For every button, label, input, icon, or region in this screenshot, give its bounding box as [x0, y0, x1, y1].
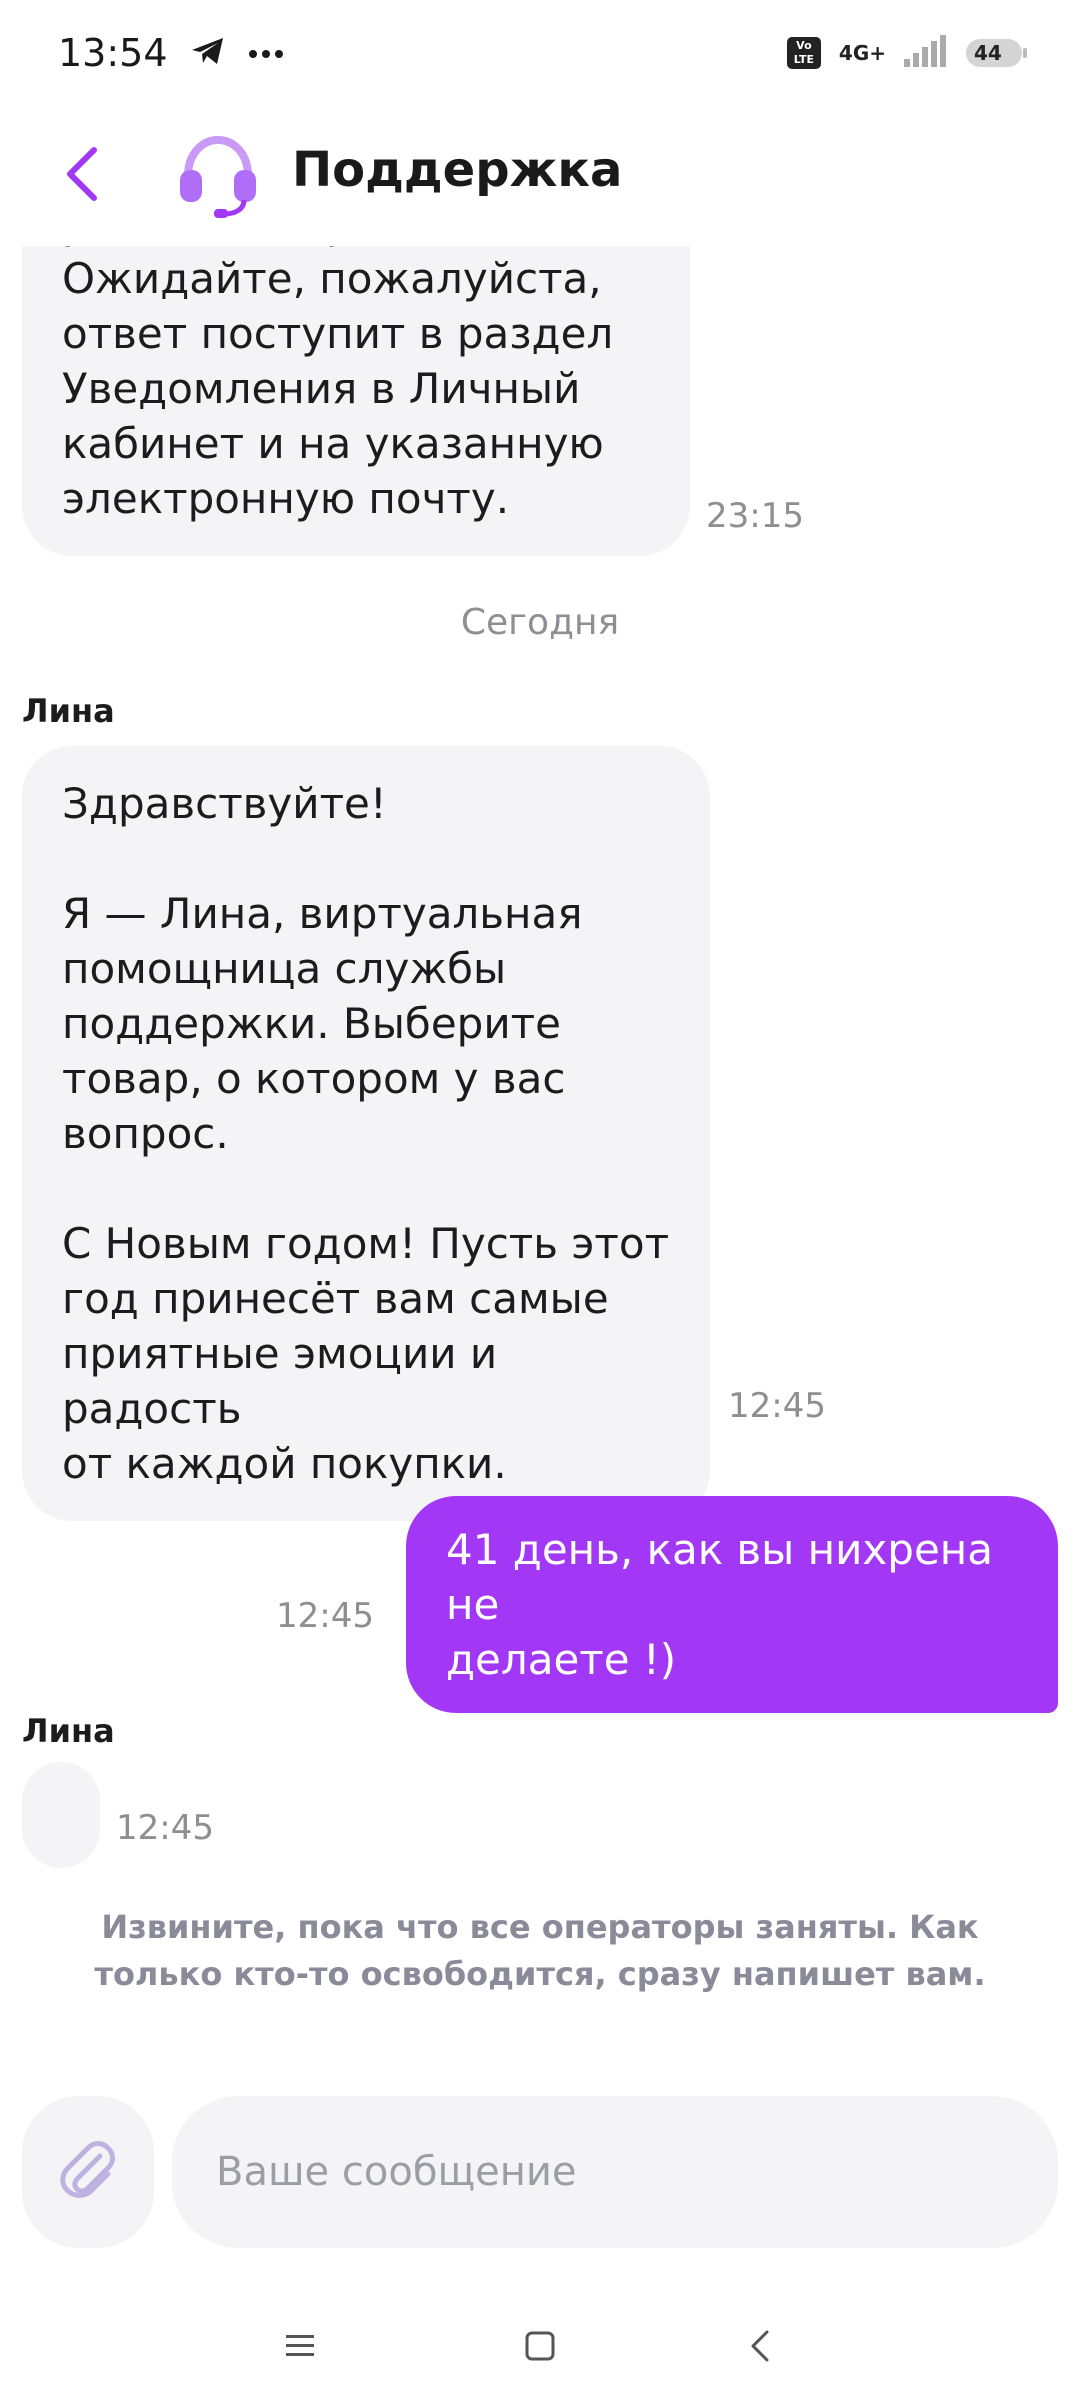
chat-header: Поддержка — [0, 106, 1080, 246]
message-time: 12:45 — [728, 1386, 826, 1426]
more-dots-icon — [248, 44, 284, 63]
sender-name: Лина — [22, 692, 115, 730]
status-left: 13:54 — [58, 31, 284, 75]
message-list[interactable]: регламентированы. Ожидайте, пожалуйста, … — [0, 246, 1080, 2076]
attach-button[interactable] — [22, 2096, 154, 2248]
message-bubble-outgoing: 41 день, как вы нихрена не делаете !) — [406, 1496, 1058, 1713]
message-input[interactable] — [172, 2096, 1058, 2248]
system-navigation-bar — [0, 2290, 1080, 2400]
page-title: Поддержка — [292, 142, 623, 198]
telegram-icon — [190, 35, 226, 71]
network-type: 4G+ — [838, 41, 886, 65]
message-bubble-empty — [22, 1762, 100, 1868]
chevron-left-icon — [67, 147, 97, 201]
signal-icon — [904, 35, 948, 71]
date-separator: Сегодня — [460, 602, 620, 643]
menu-icon[interactable] — [260, 2310, 340, 2382]
message-bubble-incoming: Здравствуйте! Я — Лина, виртуальная помо… — [22, 746, 710, 1521]
operators-busy-notice: Извините, пока что все операторы заняты.… — [94, 1908, 986, 1993]
back-button[interactable] — [52, 144, 112, 204]
status-bar: 13:54 Vo LTE 4G+ 44 — [0, 0, 1080, 106]
battery-indicator: 44 — [966, 39, 1027, 67]
message-time: 12:45 — [276, 1596, 374, 1636]
volte-icon: Vo LTE — [786, 37, 821, 69]
headset-icon — [174, 130, 262, 218]
support-chat-screen: 13:54 Vo LTE 4G+ 44 Поддержка Ожидайте, … — [0, 0, 1080, 2400]
message-time: 12:45 — [116, 1808, 214, 1848]
home-icon[interactable] — [500, 2310, 580, 2382]
status-right: Vo LTE 4G+ 44 — [786, 35, 1027, 71]
paperclip-icon — [56, 2138, 120, 2206]
back-icon[interactable] — [720, 2310, 800, 2382]
battery-level: 44 — [974, 41, 1002, 65]
sender-name: Лина — [22, 1712, 115, 1750]
message-bubble-incoming: регламентированы. Ожидайте, пожалуйста, … — [22, 246, 690, 556]
status-time: 13:54 — [58, 31, 168, 75]
message-time: 23:15 — [706, 496, 804, 536]
